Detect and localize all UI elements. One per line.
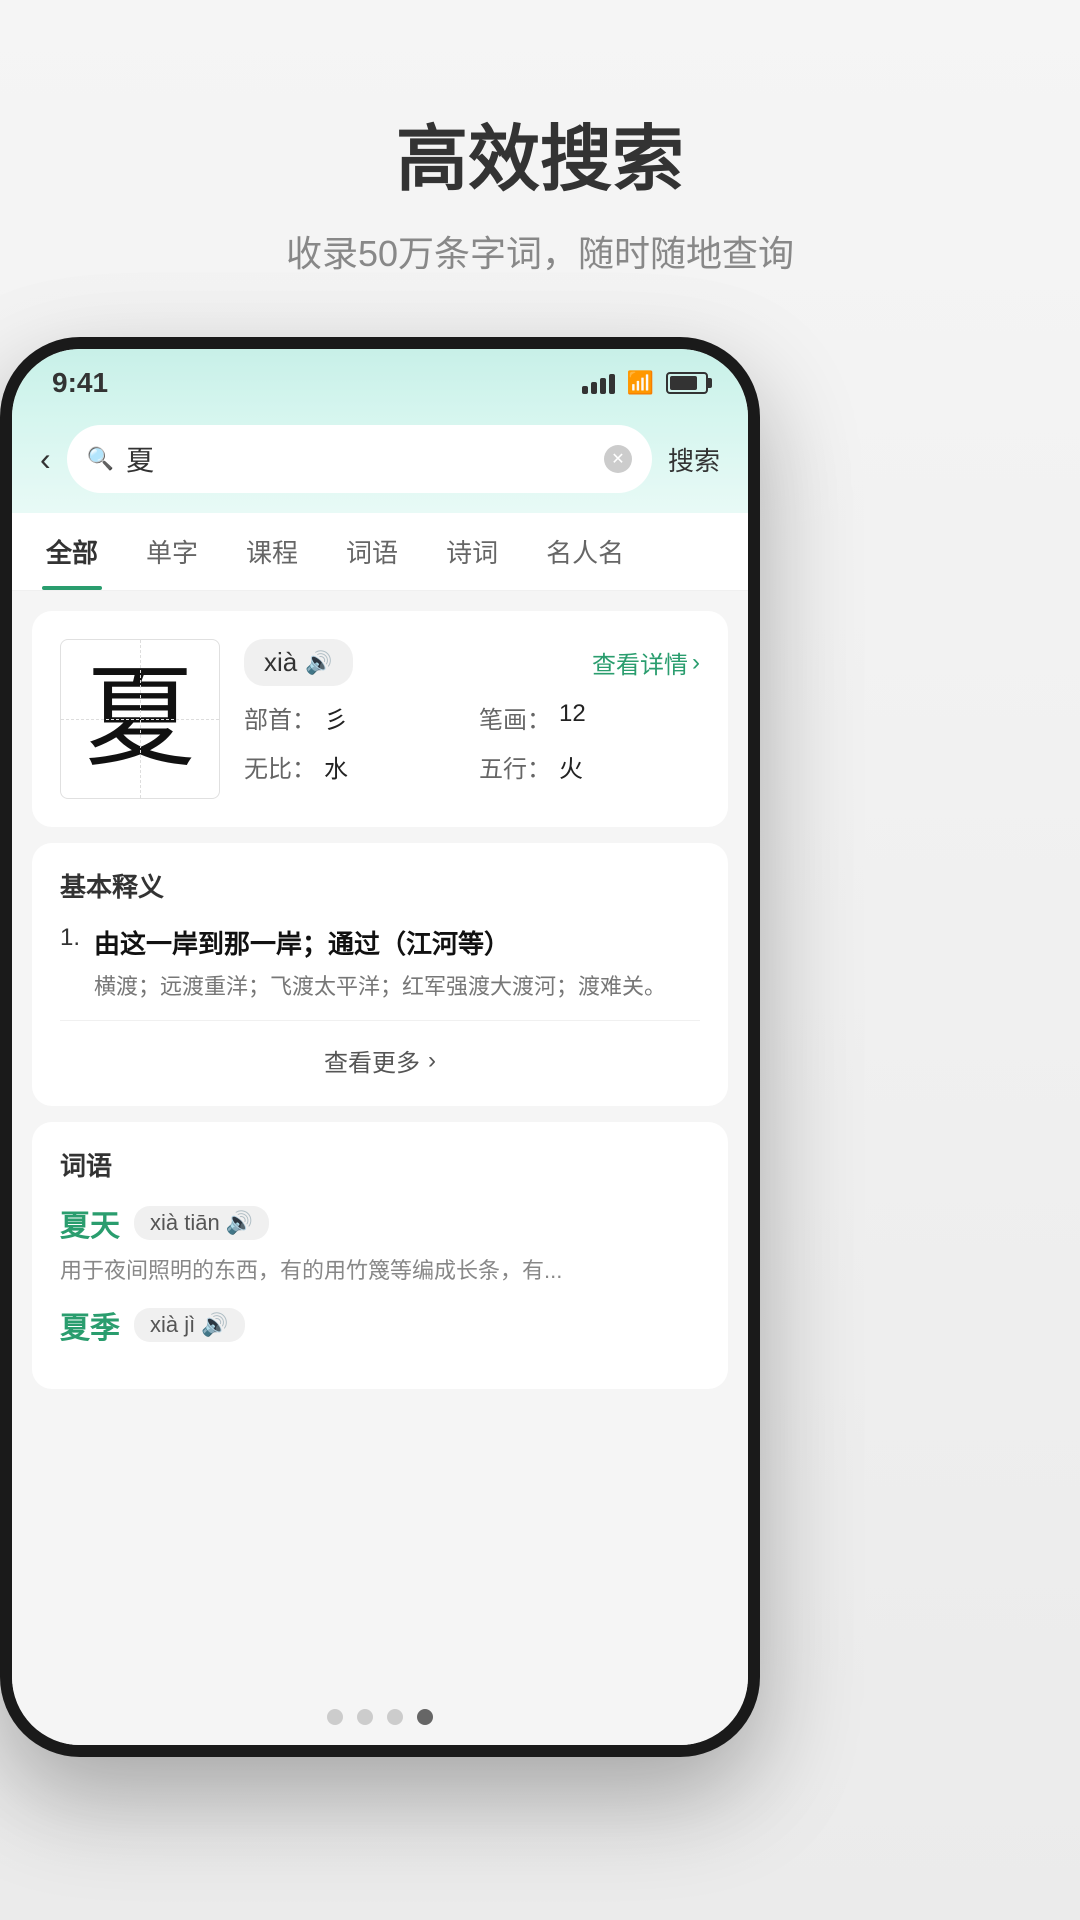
basic-meaning-section: 基本释义 1. 由这一岸到那一岸；通过（江河等） 横渡；远渡重洋；飞渡太平洋；红…	[32, 843, 728, 1106]
search-submit-button[interactable]: 搜索	[668, 441, 720, 478]
bushou-attr: 部首： 彡	[244, 700, 465, 735]
battery-icon	[666, 372, 708, 394]
character-display: 夏	[85, 664, 195, 774]
word-pinyin-badge-2: xià jì 🔊	[134, 1308, 245, 1342]
dot-3	[387, 1709, 403, 1725]
clear-button[interactable]: ✕	[604, 445, 632, 473]
basic-meaning-title: 基本释义	[60, 867, 700, 904]
wifi-icon: 📶	[627, 370, 654, 396]
bihua-value: 12	[559, 700, 586, 735]
search-area: ‹ 🔍 夏 ✕ 搜索	[12, 409, 748, 513]
words-section: 词语 夏天 xià tiān 🔊 用于夜间照明的东西，有的用竹篾等编成长条，有.…	[32, 1122, 728, 1389]
dot-4-active	[417, 1709, 433, 1725]
tab-all[interactable]: 全部	[42, 513, 102, 590]
tab-poetry[interactable]: 诗词	[442, 513, 502, 590]
see-more-button[interactable]: 查看更多 ›	[60, 1025, 700, 1082]
see-more-label: 查看更多	[324, 1043, 420, 1078]
word-row-2: 夏季 xià jì 🔊	[60, 1303, 700, 1347]
wuxing-label: 五行：	[479, 749, 551, 784]
pinyin-text: xià	[264, 647, 297, 678]
reading-row: xià 🔊 查看详情 ›	[244, 639, 700, 686]
word-item-1: 夏天 xià tiān 🔊 用于夜间照明的东西，有的用竹篾等编成长条，有...	[60, 1201, 700, 1285]
character-attributes: 部首： 彡 笔画： 12 无比： 水	[244, 700, 700, 784]
phone-screen: 9:41 📶 ‹ 🔍	[12, 349, 748, 1745]
bushou-label: 部首：	[244, 700, 316, 735]
tab-famous[interactable]: 名人名	[542, 513, 628, 590]
character-card: 夏 xià 🔊 查看详情 ›	[32, 611, 728, 827]
word-sound-icon-2[interactable]: 🔊	[201, 1312, 228, 1338]
word-pinyin-1: xià tiān	[150, 1210, 220, 1236]
detail-link[interactable]: 查看详情 ›	[592, 645, 700, 680]
word-desc-1: 用于夜间照明的东西，有的用竹篾等编成长条，有...	[60, 1253, 700, 1285]
search-box[interactable]: 🔍 夏 ✕	[67, 425, 652, 493]
sound-icon[interactable]: 🔊	[305, 650, 332, 676]
pinyin-badge: xià 🔊	[244, 639, 353, 686]
back-button[interactable]: ‹	[40, 441, 51, 478]
word-pinyin-2: xià jì	[150, 1312, 195, 1338]
character-info: xià 🔊 查看详情 › 部首： 彡	[244, 639, 700, 799]
status-icons: 📶	[582, 370, 708, 396]
word-sound-icon-1[interactable]: 🔊	[226, 1210, 253, 1236]
word-pinyin-badge-1: xià tiān 🔊	[134, 1206, 269, 1240]
words-section-title: 词语	[60, 1146, 700, 1183]
dot-1	[327, 1709, 343, 1725]
wubi-label: 无比：	[244, 749, 316, 784]
phone-mockup: 9:41 📶 ‹ 🔍	[0, 337, 760, 1757]
wubi-attr: 无比： 水	[244, 749, 465, 784]
wubi-value: 水	[324, 749, 348, 784]
def-num: 1.	[60, 924, 80, 1004]
bihua-attr: 笔画： 12	[479, 700, 700, 735]
bihua-label: 笔画：	[479, 700, 551, 735]
character-image: 夏	[60, 639, 220, 799]
word-item-2: 夏季 xià jì 🔊	[60, 1303, 700, 1347]
see-more-arrow: ›	[428, 1047, 436, 1075]
def-example-text: 横渡；远渡重洋；飞渡太平洋；红军强渡大渡河；渡难关。	[94, 969, 700, 1004]
dot-2	[357, 1709, 373, 1725]
status-time: 9:41	[52, 367, 108, 399]
search-query-text: 夏	[126, 439, 592, 479]
word-row-1: 夏天 xià tiān 🔊	[60, 1201, 700, 1245]
definition-item-1: 1. 由这一岸到那一岸；通过（江河等） 横渡；远渡重洋；飞渡太平洋；红军强渡大渡…	[60, 924, 700, 1004]
wuxing-value: 火	[559, 749, 583, 784]
wuxing-attr: 五行： 火	[479, 749, 700, 784]
tab-word[interactable]: 词语	[342, 513, 402, 590]
signal-icon	[582, 372, 615, 394]
pagination	[12, 1689, 748, 1745]
def-main-text: 由这一岸到那一岸；通过（江河等）	[94, 924, 700, 961]
status-bar: 9:41 📶	[12, 349, 748, 409]
word-char-1: 夏天	[60, 1201, 120, 1245]
search-icon: 🔍	[87, 446, 114, 472]
tab-char[interactable]: 单字	[142, 513, 202, 590]
page-subtitle: 收录50万条字词，随时随地查询	[0, 225, 1080, 277]
tab-course[interactable]: 课程	[242, 513, 302, 590]
bushou-value: 彡	[324, 700, 348, 735]
tabs-area: 全部 单字 课程 词语 诗词 名人名	[12, 513, 748, 591]
def-text: 由这一岸到那一岸；通过（江河等） 横渡；远渡重洋；飞渡太平洋；红军强渡大渡河；渡…	[94, 924, 700, 1004]
page-title: 高效搜索	[0, 100, 1080, 205]
word-char-2: 夏季	[60, 1303, 120, 1347]
divider	[60, 1020, 700, 1021]
main-content: 夏 xià 🔊 查看详情 ›	[12, 591, 748, 1689]
page-header: 高效搜索 收录50万条字词，随时随地查询	[0, 100, 1080, 277]
